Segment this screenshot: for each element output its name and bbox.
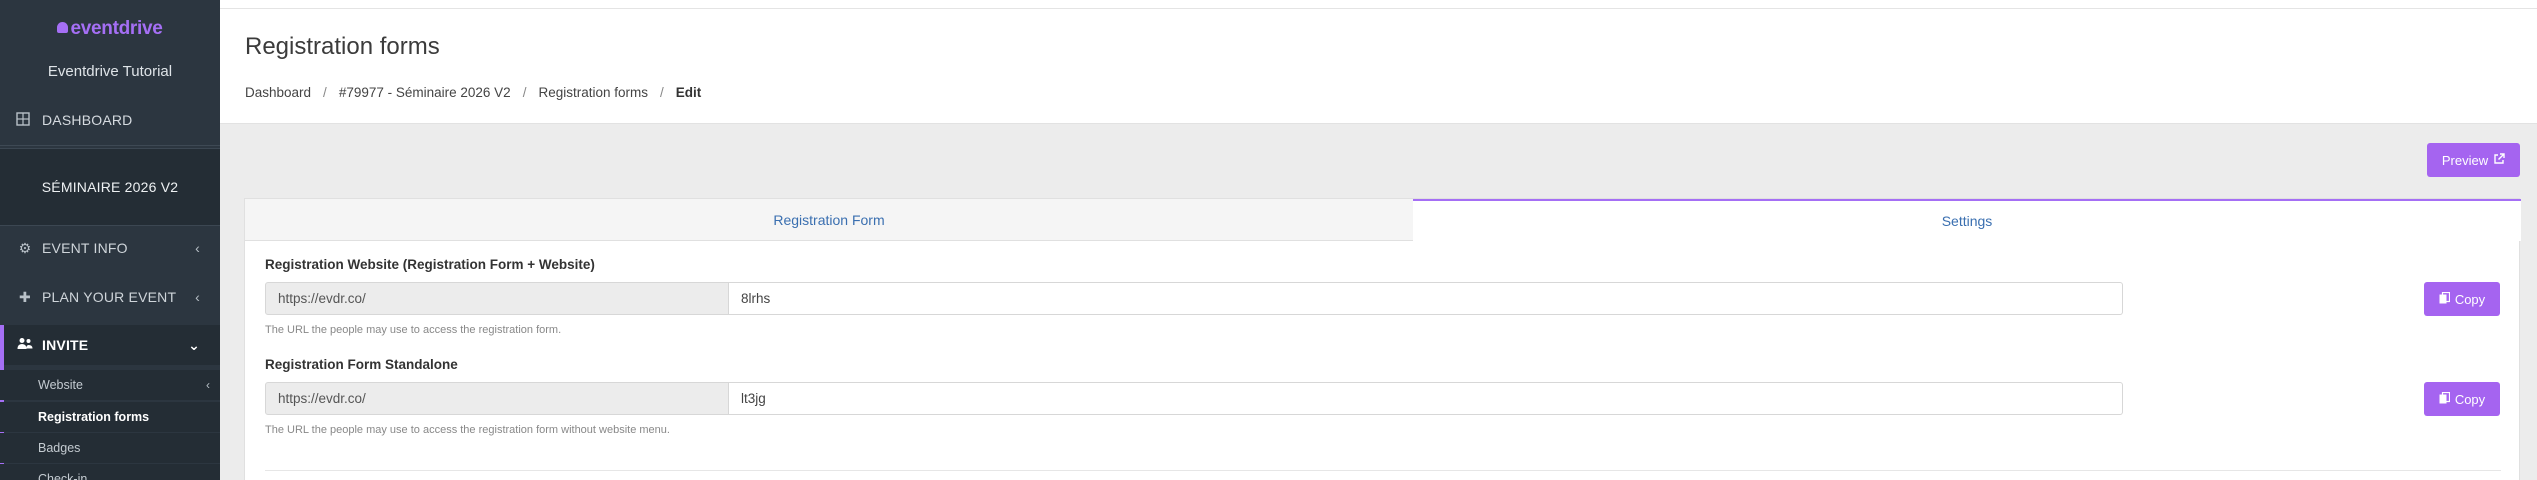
page-title: Registration forms [245, 33, 440, 60]
sidebar: eventdrive Eventdrive Tutorial DASHBOARD… [0, 0, 220, 480]
breadcrumb-separator: / [323, 85, 327, 100]
grid-icon [16, 111, 34, 129]
organization-name: Eventdrive Tutorial [47, 63, 173, 80]
breadcrumb-separator: / [522, 85, 527, 100]
sidebar-subitem-label: Check-in [38, 472, 88, 480]
sidebar-subitem-check-in[interactable]: Check-in [0, 464, 220, 480]
sidebar-item-label: DASHBOARD [42, 112, 133, 128]
sidebar-subitem-registration-forms[interactable]: Registration forms [0, 402, 220, 432]
puzzle-icon: ✚ [19, 288, 31, 305]
users-icon [16, 337, 34, 353]
chevron-down-icon: ⌄ [188, 337, 200, 353]
gears-icon: ⚙ [18, 239, 32, 256]
divider [220, 8, 2537, 9]
copy-icon [2439, 291, 2450, 307]
chevron-left-icon: ‹ [195, 240, 200, 256]
field-label-registration-website: Registration Website (Registration Form … [265, 257, 595, 272]
breadcrumb: Dashboard / #79977 - Séminaire 2026 V2 /… [245, 85, 701, 100]
copy-icon [2439, 391, 2450, 407]
external-link-icon [2493, 152, 2505, 168]
sidebar-item-label: EVENT INFO [42, 240, 128, 256]
sidebar-item-plan-your-event[interactable]: ✚ PLAN YOUR EVENT ‹ [0, 277, 220, 317]
sidebar-item-label: PLAN YOUR EVENT [42, 289, 177, 305]
breadcrumb-event[interactable]: #79977 - Séminaire 2026 V2 [339, 85, 511, 100]
field-help-text: The URL the people may use to access the… [265, 324, 562, 336]
sidebar-subitem-label: Website [38, 378, 83, 392]
copy-button-label: Copy [2454, 391, 2486, 407]
sidebar-item-invite[interactable]: INVITE ⌄ [0, 325, 220, 365]
copy-button-label: Copy [2454, 291, 2486, 307]
page-header: Registration forms Dashboard / #79977 - … [220, 0, 2537, 124]
preview-button[interactable]: Preview [2427, 143, 2520, 177]
registration-settings-card: Registration Form Settings Registration … [244, 198, 2521, 480]
sidebar-subitem-badges[interactable]: Badges [0, 433, 220, 463]
divider [265, 470, 2501, 471]
registration-form-standalone-slug-input[interactable] [729, 382, 2123, 415]
tab-registration-form[interactable]: Registration Form [245, 199, 1413, 241]
logo-text: eventdrive [70, 18, 163, 39]
breadcrumb-registration-forms[interactable]: Registration forms [538, 85, 648, 100]
url-prefix: https://evdr.co/ [265, 282, 729, 315]
logo-icon [57, 22, 69, 33]
breadcrumb-current: Edit [675, 85, 702, 100]
breadcrumb-separator: / [660, 85, 664, 100]
sidebar-item-label: INVITE [42, 337, 89, 353]
field-help-text: The URL the people may use to access the… [265, 424, 670, 436]
chevron-left-icon: ‹ [195, 289, 200, 305]
sidebar-subitem-website[interactable]: Website ‹ [0, 370, 220, 400]
field-label-registration-form-standalone: Registration Form Standalone [265, 357, 458, 372]
copy-registration-website-button[interactable]: Copy [2424, 282, 2500, 316]
sidebar-item-dashboard[interactable]: DASHBOARD [0, 108, 220, 132]
breadcrumb-dashboard[interactable]: Dashboard [245, 85, 311, 100]
preview-button-label: Preview [2441, 152, 2489, 168]
chevron-left-icon: ‹ [206, 378, 210, 392]
tab-settings[interactable]: Settings [1413, 199, 2521, 241]
registration-website-slug-input[interactable] [729, 282, 2123, 315]
copy-registration-form-standalone-button[interactable]: Copy [2424, 382, 2500, 416]
url-prefix: https://evdr.co/ [265, 382, 729, 415]
sidebar-item-event-info[interactable]: ⚙ EVENT INFO ‹ [0, 228, 220, 268]
sidebar-subitem-label: Registration forms [38, 410, 150, 424]
sidebar-subitem-label: Badges [38, 441, 81, 455]
divider [0, 145, 220, 146]
current-event-name[interactable]: SÉMINAIRE 2026 V2 [0, 148, 220, 226]
eventdrive-logo[interactable]: eventdrive [0, 18, 220, 40]
